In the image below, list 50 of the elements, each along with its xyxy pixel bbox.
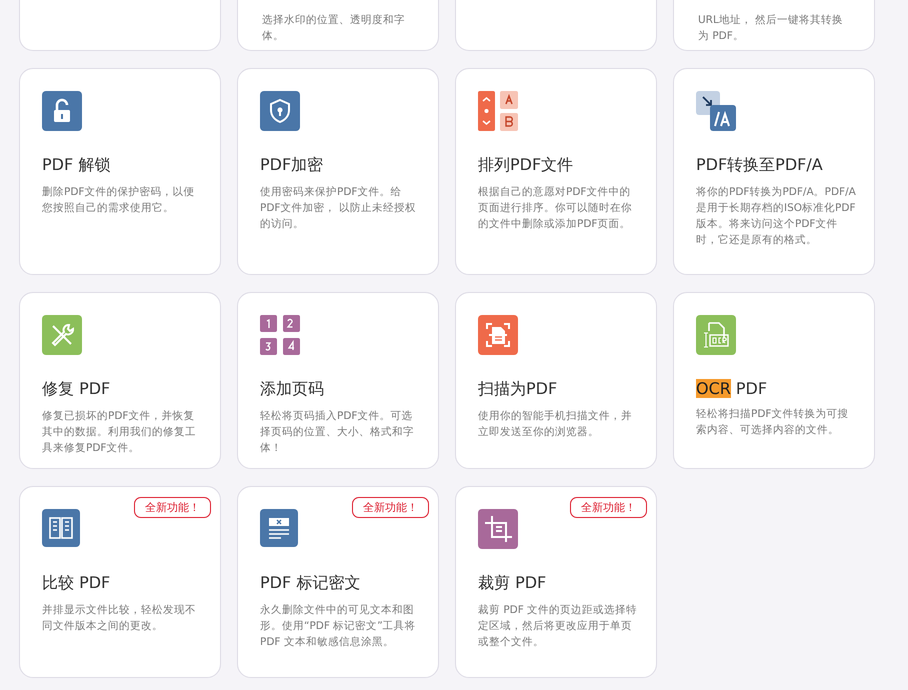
tool-card[interactable]: 全新功能！ 比较 PDF 并排显示文件比较，轻松发现不同文件版本之间的更改。: [19, 486, 221, 678]
tool-description: 选择水印的位置、透明度和字体。: [262, 13, 406, 44]
tool-description: 根据自己的意愿对PDF文件中的页面进行排序。你可以随时在你的文件中删除或添加PDF页面。: [478, 185, 633, 232]
compare-icon: [42, 509, 82, 549]
ocr-icon: [696, 315, 736, 355]
tool-title: PDF 解锁: [42, 155, 112, 176]
tool-card[interactable]: 添加页码 轻松将页码插入PDF文件。可选择页码的位置、大小、格式和字体！: [237, 292, 439, 469]
new-feature-badge: 全新功能！: [570, 497, 647, 518]
tool-title: 扫描为PDF: [478, 379, 558, 400]
tool-title: PDF 标记密文: [260, 573, 362, 594]
tool-card[interactable]: 选择水印的位置、透明度和字体。: [237, 0, 439, 51]
numbers-icon: [260, 315, 300, 355]
tool-card[interactable]: OCR PDF 轻松将扫描PDF文件转换为可搜索内容、可选择内容的文件。: [673, 292, 875, 469]
tool-description: 使用密码来保护PDF文件。给PDF文件加密， 以防止未经授权的访问。: [260, 185, 417, 232]
tool-description: 永久删除文件中的可见文本和图形。使用“PDF 标记密文”工具将 PDF 文本和敏感信息涂黑。: [260, 603, 417, 650]
new-feature-badge: 全新功能！: [352, 497, 429, 518]
tool-card[interactable]: 全新功能！ 裁剪 PDF 裁剪 PDF 文件的页边距或选择特定区域，然后将更改应用于单页或整个文件。: [455, 486, 657, 678]
tool-description: 修复已损坏的PDF文件，并恢复其中的数据。利用我们的修复工具来修复PDF文件。: [42, 409, 197, 456]
shield-icon: [260, 91, 300, 131]
tool-card[interactable]: PDF加密 使用密码来保护PDF文件。给PDF文件加密， 以防止未经授权的访问。: [237, 68, 439, 275]
tool-description: 使用你的智能手机扫描文件，并立即发送至你的浏览器。: [478, 409, 633, 440]
tool-card[interactable]: [455, 0, 657, 51]
tool-title: 添加页码: [260, 379, 325, 400]
tool-description: URL地址， 然后一键将其转换为 PDF。: [698, 13, 844, 44]
tool-title: PDF加密: [260, 155, 324, 176]
tool-description: 并排显示文件比较，轻松发现不同文件版本之间的更改。: [42, 603, 197, 634]
tool-card[interactable]: 修复 PDF 修复已损坏的PDF文件，并恢复其中的数据。利用我们的修复工具来修复PDF文件。: [19, 292, 221, 469]
tool-description: 将你的PDF转换为PDF/A。PDF/A是用于长期存档的ISO标准化PDF版本。将来访问这个PDF文件时，它还是原有的格式。: [696, 185, 856, 248]
tool-description: 轻松将页码插入PDF文件。可选择页码的位置、大小、格式和字体！: [260, 409, 415, 456]
crop-icon: [478, 509, 518, 549]
tool-description: 裁剪 PDF 文件的页边距或选择特定区域，然后将更改应用于单页或整个文件。: [478, 603, 638, 650]
tool-title: OCR PDF: [696, 379, 768, 398]
tools-icon: [42, 315, 82, 355]
tool-card[interactable]: 全新功能！ PDF 标记密文 永久删除文件中的可见文本和图形。使用“PDF 标记密文”工具将 PDF 文本和敏感信息涂黑。: [237, 486, 439, 678]
new-feature-badge: 全新功能！: [134, 497, 211, 518]
tool-card[interactable]: URL地址， 然后一键将其转换为 PDF。: [673, 0, 875, 51]
unlock-icon: [42, 91, 82, 131]
tool-card[interactable]: PDF转换至PDF/A 将你的PDF转换为PDF/A。PDF/A是用于长期存档的ISO标准化PDF版本。将来访问这个PDF文件时，它还是原有的格式。: [673, 68, 875, 275]
tool-title: PDF转换至PDF/A: [696, 155, 824, 176]
tool-title: 修复 PDF: [42, 379, 112, 400]
tool-description: 轻松将扫描PDF文件转换为可搜索内容、可选择内容的文件。: [696, 407, 850, 438]
scan-icon: [478, 315, 518, 355]
tool-title: 裁剪 PDF: [478, 573, 548, 594]
tool-title: 排列PDF文件: [478, 155, 574, 176]
tool-card[interactable]: PDF 解锁 删除PDF文件的保护密码，以便您按照自己的需求使用它。: [19, 68, 221, 275]
tool-title: 比较 PDF: [42, 573, 112, 594]
tool-card[interactable]: [19, 0, 221, 51]
tool-description: 删除PDF文件的保护密码，以便您按照自己的需求使用它。: [42, 185, 196, 216]
tool-card[interactable]: 排列PDF文件 根据自己的意愿对PDF文件中的页面进行排序。你可以随时在你的文件中删除或添加PDF页面。: [455, 68, 657, 275]
tool-card[interactable]: 扫描为PDF 使用你的智能手机扫描文件，并立即发送至你的浏览器。: [455, 292, 657, 469]
